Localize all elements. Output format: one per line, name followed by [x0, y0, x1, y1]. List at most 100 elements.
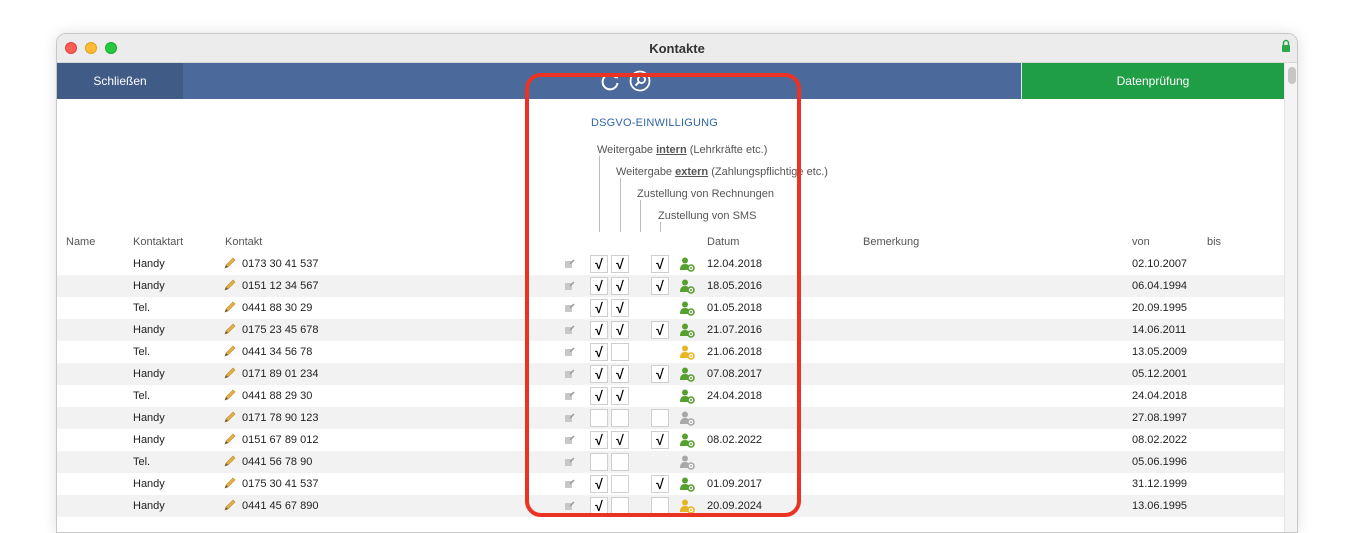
edit-icon[interactable]: [565, 413, 575, 423]
table-row[interactable]: Handy 0171 78 90 123 27.08.1997: [57, 407, 1284, 429]
pencil-icon[interactable]: [223, 366, 237, 380]
consent-intern-checkbox[interactable]: [590, 453, 608, 471]
edit-icon[interactable]: [565, 259, 575, 269]
table-row[interactable]: Handy 0173 30 41 537 √ √ √ 12.04.2018 02.10.20…: [57, 253, 1284, 275]
consent-extern-checkbox[interactable]: [611, 475, 629, 493]
table-row[interactable]: Tel. 0441 34 56 78 √ 21.06.2018 13.05.2009: [57, 341, 1284, 363]
col-header-remark: Bemerkung: [863, 236, 920, 248]
table-row[interactable]: Tel. 0441 56 78 90 05.06.1996: [57, 451, 1284, 473]
table-row[interactable]: Handy 0151 12 34 567 √ √ √ 18.05.2016 06.04.19…: [57, 275, 1284, 297]
pencil-icon[interactable]: [223, 322, 237, 336]
consent-extern-checkbox[interactable]: √: [611, 431, 629, 449]
valid-from-cell: 31.12.1999: [1132, 478, 1188, 490]
contact-value-cell: 0441 56 78 90: [242, 456, 313, 468]
consent-intern-checkbox[interactable]: √: [590, 475, 608, 493]
person-gear-icon[interactable]: [679, 300, 695, 316]
person-gear-icon[interactable]: [679, 344, 695, 360]
edit-icon[interactable]: [565, 369, 575, 379]
consent-sms-checkbox[interactable]: [651, 409, 669, 427]
edit-icon[interactable]: [565, 325, 575, 335]
consent-sms-checkbox[interactable]: √: [651, 321, 669, 339]
edit-icon[interactable]: [565, 347, 575, 357]
scroll-thumb[interactable]: [1288, 67, 1296, 84]
pencil-icon[interactable]: [223, 432, 237, 446]
table-row[interactable]: Handy 0171 89 01 234 √ √ √ 07.08.2017 05.12.20…: [57, 363, 1284, 385]
table-row[interactable]: Handy 0175 30 41 537 √ √ 01.09.2017 31.12.199…: [57, 473, 1284, 495]
consent-intern-checkbox[interactable]: √: [590, 299, 608, 317]
consent-intern-checkbox[interactable]: √: [590, 365, 608, 383]
pencil-icon[interactable]: [223, 344, 237, 358]
consent-date-cell: 21.06.2018: [707, 346, 763, 358]
pencil-icon[interactable]: [223, 498, 237, 512]
consent-intern-checkbox[interactable]: √: [590, 321, 608, 339]
consent-extern-checkbox[interactable]: √: [611, 299, 629, 317]
contact-value-cell: 0175 23 45 678: [242, 324, 319, 336]
person-gear-icon[interactable]: [679, 256, 695, 272]
person-gear-icon[interactable]: [679, 498, 695, 514]
edit-icon[interactable]: [565, 479, 575, 489]
consent-sms-checkbox[interactable]: √: [651, 277, 669, 295]
consent-extern-checkbox[interactable]: √: [611, 255, 629, 273]
table-row[interactable]: Handy 0441 45 67 890 √ 20.09.2024 13.06.1995: [57, 495, 1284, 517]
person-gear-icon[interactable]: [679, 388, 695, 404]
consent-date-cell: 12.04.2018: [707, 258, 763, 270]
consent-extern-checkbox[interactable]: √: [611, 277, 629, 295]
pencil-icon[interactable]: [223, 256, 237, 270]
consent-extern-checkbox[interactable]: √: [611, 365, 629, 383]
consent-extern-checkbox[interactable]: [611, 343, 629, 361]
consent-intern-checkbox[interactable]: √: [590, 431, 608, 449]
person-gear-icon[interactable]: [679, 476, 695, 492]
toolbar: Schließen Datenprüfung: [57, 63, 1284, 99]
table-row[interactable]: Handy 0151 67 89 012 √ √ √ 08.02.2022 08.02.20…: [57, 429, 1284, 451]
person-gear-icon[interactable]: [679, 432, 695, 448]
consent-sms-checkbox[interactable]: √: [651, 365, 669, 383]
edit-icon[interactable]: [565, 435, 575, 445]
person-gear-icon[interactable]: [679, 454, 695, 470]
search-icon[interactable]: [629, 70, 651, 92]
consent-extern-checkbox[interactable]: √: [611, 321, 629, 339]
person-gear-icon[interactable]: [679, 410, 695, 426]
table-row[interactable]: Handy 0175 23 45 678 √ √ √ 21.07.2016 14.06.20…: [57, 319, 1284, 341]
valid-from-cell: 05.12.2001: [1132, 368, 1188, 380]
edit-icon[interactable]: [565, 501, 575, 511]
person-gear-icon[interactable]: [679, 366, 695, 382]
contact-value-cell: 0441 34 56 78: [242, 346, 313, 358]
edit-icon[interactable]: [565, 281, 575, 291]
pencil-icon[interactable]: [223, 476, 237, 490]
pencil-icon[interactable]: [223, 410, 237, 424]
consent-sms-checkbox[interactable]: √: [651, 475, 669, 493]
consent-intern-checkbox[interactable]: √: [590, 255, 608, 273]
contact-type-cell: Tel.: [133, 302, 151, 314]
col-header-contact: Kontakt: [225, 236, 263, 248]
consent-sms-checkbox[interactable]: √: [651, 255, 669, 273]
consent-sms-checkbox[interactable]: [651, 497, 669, 515]
refresh-icon[interactable]: [599, 70, 621, 92]
table-row[interactable]: Tel. 0441 88 29 30 √ √ 24.04.2018 24.04.2018: [57, 385, 1284, 407]
pencil-icon[interactable]: [223, 278, 237, 292]
consent-extern-checkbox[interactable]: [611, 497, 629, 515]
consent-extern-checkbox[interactable]: [611, 453, 629, 471]
edit-icon[interactable]: [565, 391, 575, 401]
table-row[interactable]: Tel. 0441 88 30 29 √ √ 01.05.2018 20.09.1995: [57, 297, 1284, 319]
consent-intern-checkbox[interactable]: √: [590, 277, 608, 295]
pencil-icon[interactable]: [223, 388, 237, 402]
contact-value-cell: 0441 88 30 29: [242, 302, 313, 314]
pencil-icon[interactable]: [223, 300, 237, 314]
contact-value-cell: 0175 30 41 537: [242, 478, 319, 490]
person-gear-icon[interactable]: [679, 322, 695, 338]
person-gear-icon[interactable]: [679, 278, 695, 294]
contact-value-cell: 0441 88 29 30: [242, 390, 313, 402]
pencil-icon[interactable]: [223, 454, 237, 468]
close-button[interactable]: Schließen: [57, 63, 183, 99]
edit-icon[interactable]: [565, 303, 575, 313]
consent-intern-checkbox[interactable]: √: [590, 387, 608, 405]
edit-icon[interactable]: [565, 457, 575, 467]
consent-extern-checkbox[interactable]: √: [611, 387, 629, 405]
consent-intern-checkbox[interactable]: [590, 409, 608, 427]
consent-extern-checkbox[interactable]: [611, 409, 629, 427]
data-check-button[interactable]: Datenprüfung: [1021, 63, 1284, 99]
consent-intern-checkbox[interactable]: √: [590, 497, 608, 515]
consent-sms-checkbox[interactable]: √: [651, 431, 669, 449]
vertical-scrollbar[interactable]: [1284, 63, 1297, 532]
consent-intern-checkbox[interactable]: √: [590, 343, 608, 361]
